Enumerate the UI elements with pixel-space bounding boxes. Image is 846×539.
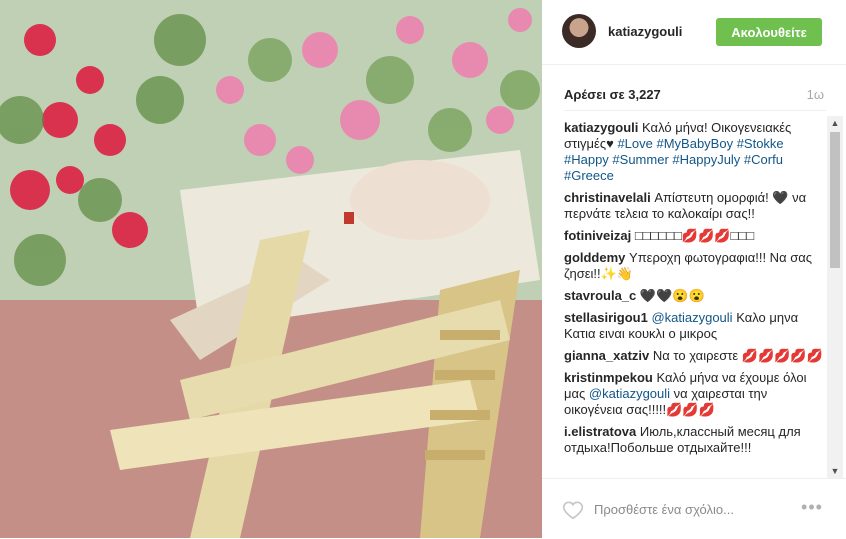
comment-username[interactable]: gianna_xatziv — [564, 348, 649, 363]
list-item: christinavelali Απίστευτη ομορφιά! 🖤 να … — [564, 190, 826, 222]
likes-count[interactable]: Αρέσει σε 3,227 — [564, 87, 661, 102]
comments-scrollbar[interactable]: ▲ ▼ — [827, 116, 843, 478]
comment-username[interactable]: stavroula_c — [564, 288, 636, 303]
more-options-icon[interactable]: ••• — [800, 497, 824, 517]
comment-text: Να το χαιρεστε 💋💋💋💋💋 — [652, 348, 823, 363]
list-item: gianna_xatziv Να το χαιρεστε 💋💋💋💋💋 — [564, 348, 826, 364]
post-header: katiazygouli Ακολουθείτε — [542, 0, 846, 65]
scrollbar-thumb[interactable] — [830, 132, 840, 268]
post-photo[interactable] — [0, 0, 542, 538]
comment-text: 🖤🖤😮😮 — [639, 288, 705, 303]
list-item: stavroula_c 🖤🖤😮😮 — [564, 288, 826, 304]
post-timestamp[interactable]: 1ω — [807, 87, 824, 102]
comment-username[interactable]: kristinmpekou — [564, 370, 653, 385]
caption: katiazygouli Καλό μήνα! Οικογενειακές στ… — [564, 120, 826, 184]
comment-username[interactable]: golddemy — [564, 250, 625, 265]
scroll-up-icon[interactable]: ▲ — [827, 116, 843, 130]
mention-link[interactable]: @katiazygouli — [651, 310, 732, 325]
scroll-down-icon[interactable]: ▼ — [827, 464, 843, 478]
comment-username[interactable]: christinavelali — [564, 190, 651, 205]
comment-input[interactable] — [594, 499, 794, 519]
follow-button[interactable]: Ακολουθείτε — [716, 18, 822, 46]
heart-icon[interactable] — [562, 499, 584, 521]
comment-text: □□□□□□💋💋💋□□□ — [634, 228, 755, 243]
list-item: golddemy Υπεροχη φωτογραφια!!! Να σας ζη… — [564, 250, 826, 282]
post-sidebar: katiazygouli Ακολουθείτε Αρέσει σε 3,227… — [542, 0, 846, 538]
list-item: fotiniveizaj □□□□□□💋💋💋□□□ — [564, 228, 826, 244]
post-username[interactable]: katiazygouli — [608, 24, 682, 39]
list-item: stellasirigou1 @katiazygouli Καλο μηνα Κ… — [564, 310, 826, 342]
list-item: i.elistratova Июль,классный месяц для от… — [564, 424, 826, 456]
comment-username[interactable]: i.elistratova — [564, 424, 636, 439]
divider — [564, 110, 826, 111]
comment-username[interactable]: katiazygouli — [564, 120, 638, 135]
comment-username[interactable]: fotiniveizaj — [564, 228, 631, 243]
list-item: kristinmpekou Καλό μήνα να έχουμε όλοι μ… — [564, 370, 826, 418]
comment-bar: ••• — [542, 478, 846, 539]
mention-link[interactable]: @katiazygouli — [589, 386, 670, 401]
comment-username[interactable]: stellasirigou1 — [564, 310, 648, 325]
comments-list[interactable]: katiazygouli Καλό μήνα! Οικογενειακές στ… — [564, 120, 826, 476]
post-photo-illustration — [0, 0, 542, 538]
avatar[interactable] — [562, 14, 596, 48]
